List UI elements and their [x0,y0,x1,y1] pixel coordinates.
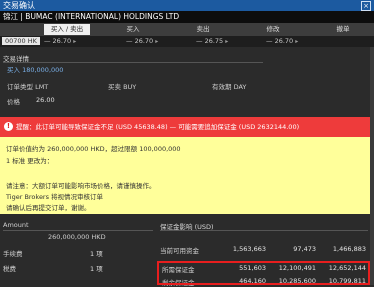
margin-cell: 97,473 [293,245,316,253]
margin-cell: 1,563,663 [232,245,266,253]
order-notice: 订单价值约为 260,000,000 HKD，超过限额 100,000,000 … [0,137,374,214]
quote-item[interactable]: — 26.70 ▸ [126,36,158,47]
quote-value: — 26.70 [126,37,154,45]
order-amount[interactable]: 买入 180,000,000 [7,64,63,74]
tab-modify[interactable]: 修改 [248,24,298,35]
price-value: 26.00 [36,96,55,104]
quote-value: — 26.75 [196,37,224,45]
order-type: 订单类型 LMT [7,83,49,91]
arrow-right-icon: ▸ [295,38,299,45]
window-title: 交易确认 [3,1,35,10]
tab-buy[interactable]: 买入 [108,24,158,35]
highlight-box [157,261,370,285]
order-tif: 有效期 DAY [212,83,247,91]
notice-line: 1 标准 更改为： [6,157,54,165]
arrow-right-icon: ▸ [155,38,159,45]
margin-row-label: 当前可用资金 [160,247,199,255]
close-icon[interactable]: × [361,1,371,11]
tab-buy-sell[interactable]: 买入 / 卖出 [44,24,90,35]
account-name: 锦江 | BUMAC (INTERNATIONAL) HOLDINGS LTD [3,12,180,21]
quote-value: — 26.70 [43,37,72,45]
divider [3,230,153,231]
warning-icon: ! [4,122,13,131]
arrow-right-icon: ▸ [73,38,77,45]
notice-line: 订单价值约为 260,000,000 HKD，超过限额 100,000,000 [6,145,181,153]
order-action: 买卖 BUY [108,83,137,91]
quote-item[interactable]: — 26.70 ▸ [266,36,298,47]
account-bar: 锦江 | BUMAC (INTERNATIONAL) HOLDINGS LTD [0,11,374,23]
quote-value: — 26.70 [266,37,294,45]
quote-item[interactable]: — 26.75 ▸ [196,36,228,47]
scrollbar[interactable] [370,47,374,285]
divider [160,230,368,231]
tab-cancel[interactable]: 撤单 [318,24,368,35]
title-bar: 交易确认 × [0,0,374,11]
quote-strip: 00700 HK — 26.70 ▸ — 26.70 ▸ — 26.75 ▸ —… [0,36,374,47]
price-label: 价格 [7,98,20,106]
margin-warning: ! 提醒：此订单可能导致保证金不足 (USD 45638.48) — 可能需要追… [0,117,374,137]
margin-cell: 1,466,883 [332,245,366,253]
tab-bar: 买入 / 卖出 买入 卖出 修改 撤单 [0,23,374,36]
amount-label: Amount [3,221,29,229]
fee-value: 1 项 [90,250,103,258]
divider [3,62,263,63]
quote-item[interactable]: 00700 HK — 26.70 ▸ [2,36,76,47]
quote-symbol: 00700 HK [2,37,40,45]
fee-label: 手续费 [3,250,23,258]
tab-sell[interactable]: 卖出 [178,24,228,35]
notice-line: Tiger Brokers 将视情况审核订单 [6,193,104,201]
amount-value: 260,000,000 HKD [48,233,106,241]
notice-line: 请确认后再提交订单，谢谢。 [6,204,91,212]
tax-value: 1 项 [90,265,103,273]
arrow-right-icon: ▸ [225,38,229,45]
notice-line: 请注意：大额订单可能影响市场价格，请谨慎操作。 [6,182,156,190]
tax-label: 税费 [3,265,16,273]
warning-text: 提醒：此订单可能导致保证金不足 (USD 45638.48) — 可能需要追加保… [16,123,300,131]
